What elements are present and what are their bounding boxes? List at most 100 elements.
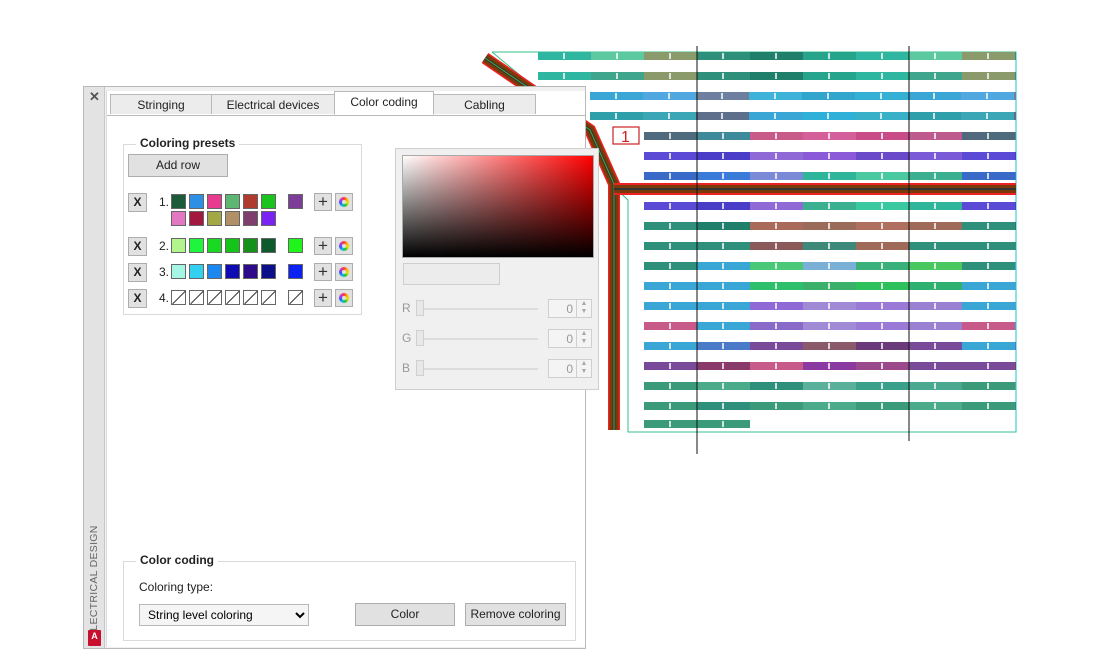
pv-table[interactable]	[1015, 242, 1016, 250]
g-value: 0	[566, 332, 573, 346]
color-swatch[interactable]	[207, 238, 222, 253]
g-slider-thumb[interactable]	[416, 330, 424, 346]
pv-table[interactable]	[1015, 52, 1016, 60]
tab-color-coding[interactable]: Color coding	[334, 91, 434, 115]
color-swatch[interactable]	[189, 290, 204, 305]
color-swatch[interactable]	[243, 238, 258, 253]
color-swatch[interactable]	[225, 238, 240, 253]
color-swatch[interactable]	[189, 194, 204, 209]
pv-table[interactable]	[1015, 302, 1016, 310]
pv-table[interactable]	[1015, 72, 1016, 80]
color-swatch[interactable]	[171, 238, 186, 253]
close-icon[interactable]: ✕	[89, 89, 100, 105]
color-swatch[interactable]	[207, 264, 222, 279]
add-color-button[interactable]: +	[314, 263, 332, 281]
add-color-button[interactable]: +	[314, 289, 332, 307]
pv-table[interactable]	[1015, 132, 1016, 140]
coloring-presets-group: Coloring presets Add row X 1. + X 2. + X 3. + X 4.…	[123, 136, 362, 315]
coloring-type-select[interactable]: String level coloring	[139, 604, 309, 626]
color-wheel-button[interactable]	[335, 237, 353, 255]
palette-side-strip: ✕ ELECTRICAL DESIGN A	[84, 87, 105, 648]
pv-table[interactable]	[1015, 282, 1016, 290]
color-picker: R 0 ▲ ▼ G 0 ▲ ▼ B 0 ▲ ▼	[395, 148, 599, 390]
color-gradient-area[interactable]	[402, 155, 594, 258]
color-swatch[interactable]	[261, 290, 276, 305]
r-spinner[interactable]: 0 ▲ ▼	[548, 299, 592, 318]
g-slider[interactable]	[418, 338, 538, 340]
tab-electrical-devices[interactable]: Electrical devices	[211, 94, 335, 114]
row-number: 1.	[159, 195, 170, 209]
color-swatch[interactable]	[243, 264, 258, 279]
color-wheel-button[interactable]	[335, 193, 353, 211]
color-swatch[interactable]	[189, 264, 204, 279]
color-swatch[interactable]	[207, 194, 222, 209]
pv-table[interactable]	[1015, 382, 1016, 390]
color-swatch[interactable]	[243, 211, 258, 226]
row-number: 4.	[159, 291, 170, 305]
b-slider[interactable]	[418, 368, 538, 370]
color-swatch[interactable]	[225, 211, 240, 226]
color-swatch[interactable]	[171, 290, 186, 305]
color-swatch[interactable]	[261, 238, 276, 253]
color-swatch[interactable]	[225, 264, 240, 279]
color-wheel-button[interactable]	[335, 289, 353, 307]
add-color-button[interactable]: +	[314, 193, 332, 211]
color-swatch[interactable]	[171, 211, 186, 226]
row-number: 2.	[159, 239, 170, 253]
color-swatch[interactable]	[207, 211, 222, 226]
color-swatch[interactable]	[189, 238, 204, 253]
selected-color-swatch[interactable]	[288, 264, 303, 279]
color-swatch[interactable]	[171, 264, 186, 279]
spinner-arrows-icon[interactable]: ▲ ▼	[576, 360, 591, 377]
pv-table[interactable]	[1015, 362, 1016, 370]
selected-color-swatch[interactable]	[288, 238, 303, 253]
color-wheel-icon	[339, 241, 349, 251]
color-swatch[interactable]	[261, 211, 276, 226]
color-swatch[interactable]	[225, 194, 240, 209]
tab-stringing[interactable]: Stringing	[110, 94, 212, 114]
r-slider-thumb[interactable]	[416, 300, 424, 316]
pv-table[interactable]	[1015, 342, 1016, 350]
remove-row-button[interactable]: X	[128, 289, 147, 308]
selected-color-swatch[interactable]	[288, 290, 303, 305]
pv-table[interactable]	[1015, 202, 1016, 210]
pv-table[interactable]	[1015, 222, 1016, 230]
pv-table[interactable]	[1015, 262, 1016, 270]
color-wheel-icon	[339, 293, 349, 303]
pv-table[interactable]	[1014, 112, 1016, 120]
selected-color-swatch[interactable]	[288, 194, 303, 209]
add-color-button[interactable]: +	[314, 237, 332, 255]
color-button[interactable]: Color	[355, 603, 455, 626]
remove-coloring-button[interactable]: Remove coloring	[465, 603, 566, 626]
remove-row-button[interactable]: X	[128, 263, 147, 282]
remove-row-button[interactable]: X	[128, 193, 147, 212]
color-swatch[interactable]	[207, 290, 222, 305]
color-swatch[interactable]	[243, 290, 258, 305]
pv-table[interactable]	[1015, 402, 1016, 410]
b-value: 0	[566, 362, 573, 376]
g-spinner[interactable]: 0 ▲ ▼	[548, 329, 592, 348]
pv-table[interactable]	[1014, 92, 1016, 100]
color-swatch[interactable]	[243, 194, 258, 209]
add-row-button[interactable]: Add row	[128, 154, 228, 177]
color-swatch[interactable]	[261, 264, 276, 279]
color-wheel-button[interactable]	[335, 263, 353, 281]
tab-divider	[107, 115, 585, 116]
remove-row-button[interactable]: X	[128, 237, 147, 256]
r-slider[interactable]	[418, 308, 538, 310]
b-label: B	[402, 361, 411, 375]
tab-cabling[interactable]: Cabling	[433, 94, 536, 114]
pv-table[interactable]	[1015, 172, 1016, 180]
color-swatch[interactable]	[261, 194, 276, 209]
color-swatch[interactable]	[225, 290, 240, 305]
svg-text:1: 1	[621, 129, 630, 146]
b-slider-thumb[interactable]	[416, 360, 424, 376]
palette-title: ELECTRICAL DESIGN	[88, 525, 100, 638]
spinner-arrows-icon[interactable]: ▲ ▼	[576, 330, 591, 347]
spinner-arrows-icon[interactable]: ▲ ▼	[576, 300, 591, 317]
color-swatch[interactable]	[171, 194, 186, 209]
pv-table[interactable]	[1015, 152, 1016, 160]
b-spinner[interactable]: 0 ▲ ▼	[548, 359, 592, 378]
color-swatch[interactable]	[189, 211, 204, 226]
pv-table[interactable]	[1015, 322, 1016, 330]
